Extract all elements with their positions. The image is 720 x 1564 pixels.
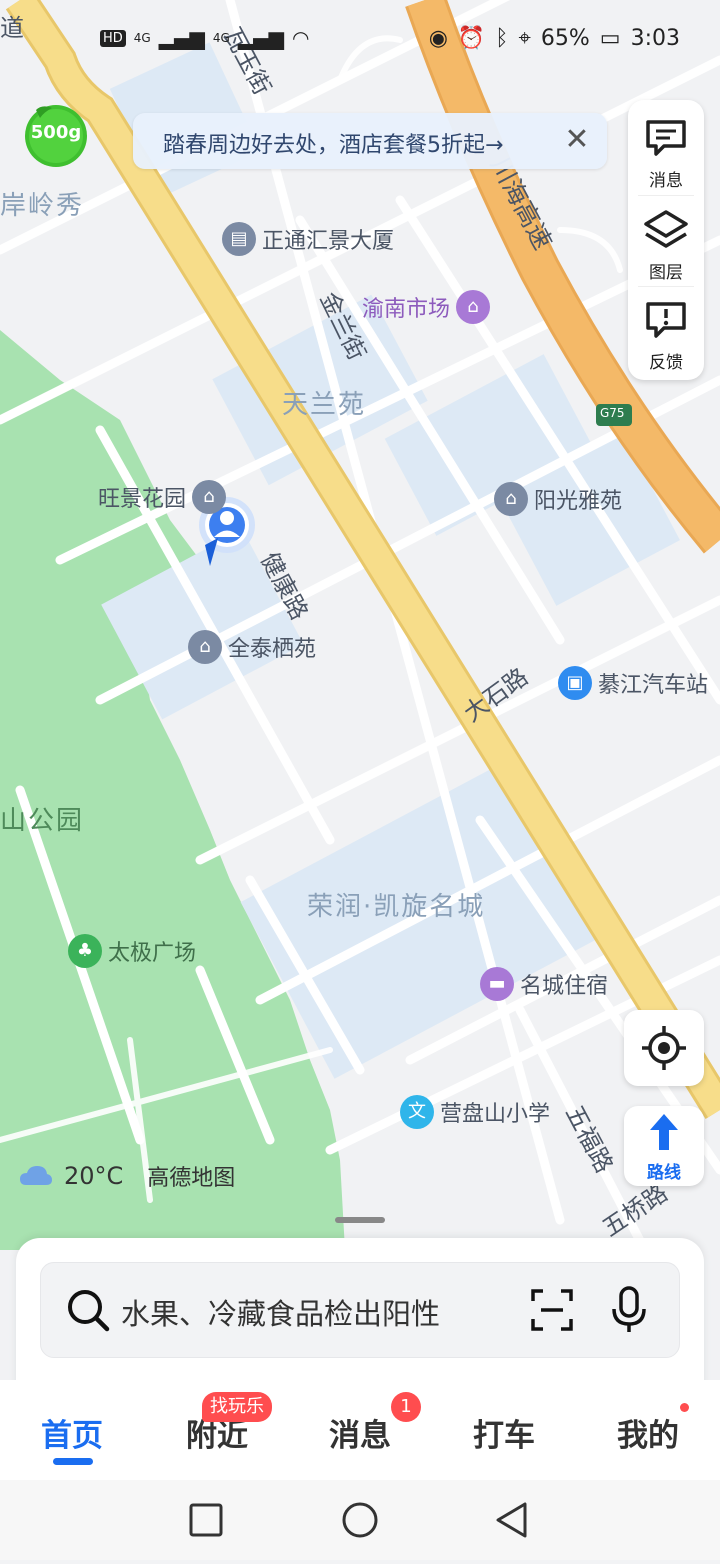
close-icon[interactable]: ✕ <box>557 121 597 161</box>
notification-dot <box>680 1403 689 1412</box>
clock: 3:03 <box>630 26 680 51</box>
poi-mingcheng[interactable]: ▬ 名城住宿 <box>480 967 608 1001</box>
status-left: HD 4G ▂▄▆ 4G ▂▄▆ ◠ <box>100 26 309 50</box>
poi-building[interactable]: ▤ 正通汇景大厦 <box>222 222 394 256</box>
promo-banner-text: 踏春周边好去处，酒店套餐5折起→ <box>163 133 504 158</box>
feedback-icon <box>646 302 686 338</box>
poi-market[interactable]: 渝南市场 ⌂ <box>362 290 491 324</box>
map-label-tianlanyuan: 天兰苑 <box>282 390 367 420</box>
route-label: 路线 <box>647 1163 681 1183</box>
crosshair-icon <box>642 1026 686 1070</box>
system-nav-bar <box>0 1480 720 1560</box>
back-icon[interactable] <box>496 1502 527 1538</box>
poi-quantai[interactable]: ⌂ 全泰栖苑 <box>188 630 316 664</box>
poi-wangjing[interactable]: 旺景花园 ⌂ <box>98 480 227 514</box>
map-label-area-left: 岸岭秀 <box>0 191 85 221</box>
brand-logo: 高德地图 <box>147 1166 236 1191</box>
tree-icon: ♣ <box>68 934 102 968</box>
map-tools-panel: 消息 图层 反馈 <box>628 100 704 380</box>
nearby-promo-badge: 找玩乐 <box>202 1392 272 1422</box>
battery-icon: ▭ <box>599 26 621 51</box>
recent-apps-icon[interactable] <box>189 1503 223 1537</box>
poi-taiji[interactable]: ♣ 太极广场 <box>68 934 196 968</box>
residence-icon: ⌂ <box>494 482 528 516</box>
messages-button[interactable]: 消息 <box>628 104 704 194</box>
bluetooth-icon: ᛒ <box>495 26 509 51</box>
active-tab-indicator <box>53 1458 93 1465</box>
residence-icon: ⌂ <box>192 480 227 514</box>
poi-yangguang[interactable]: ⌂ 阳光雅苑 <box>494 482 622 516</box>
home-icon[interactable] <box>342 1502 378 1538</box>
route-button[interactable]: 路线 <box>624 1106 704 1186</box>
scan-icon[interactable] <box>529 1287 575 1333</box>
energy-badge-label: 500g <box>30 122 82 143</box>
nav-icons <box>189 1502 527 1538</box>
microphone-icon[interactable] <box>609 1285 649 1335</box>
energy-badge[interactable]: 500g <box>22 102 90 168</box>
tab-taxi[interactable]: 打车 <box>444 1410 564 1455</box>
alarm-icon: ⏰ <box>457 26 486 51</box>
cloud-icon <box>20 1166 52 1185</box>
market-icon: ⌂ <box>456 290 491 324</box>
message-count-badge: 1 <box>391 1392 421 1422</box>
map-label-park: 山公园 <box>0 806 85 836</box>
map-label-rongrun: 荣润·凯旋名城 <box>307 892 486 922</box>
residence-icon: ⌂ <box>188 630 222 664</box>
building-icon: ▤ <box>222 222 256 256</box>
tab-me[interactable]: 我的 <box>588 1410 708 1455</box>
search-input[interactable]: 水果、冷藏食品检出阳性 <box>121 1291 440 1333</box>
weather-temp: 20°C <box>64 1162 124 1190</box>
message-icon <box>646 120 686 156</box>
messages-label: 消息 <box>649 171 683 191</box>
sheet-drag-handle[interactable] <box>335 1217 385 1223</box>
bus-icon: ▣ <box>558 666 592 700</box>
bed-icon: ▬ <box>480 967 514 1001</box>
layers-icon <box>644 210 688 248</box>
layers-label: 图层 <box>649 263 683 283</box>
poi-school[interactable]: 文 营盘山小学 <box>400 1095 550 1129</box>
signal-icon: ▂▄▆ <box>158 26 205 50</box>
wifi-icon: ◠ <box>291 26 310 50</box>
net-label-2: 4G <box>212 31 230 45</box>
net-label-1: 4G <box>133 31 151 45</box>
locate-button[interactable] <box>624 1010 704 1086</box>
route-arrow-icon <box>650 1114 678 1150</box>
poi-bus-station[interactable]: ▣ 綦江汽车站 <box>558 666 708 700</box>
eye-icon: ◉ <box>428 26 448 51</box>
battery-percent: 65% <box>540 26 590 51</box>
tab-home[interactable]: 首页 <box>12 1410 132 1455</box>
hd-badge: HD <box>100 29 126 47</box>
location-icon: ⌖ <box>518 26 531 51</box>
signal-icon: ▂▄▆ <box>237 26 284 50</box>
status-right: ◉ ⏰ ᛒ ⌖ 65% ▭ 3:03 <box>429 26 680 51</box>
feedback-button[interactable]: 反馈 <box>628 286 704 376</box>
weather-widget[interactable]: 20°C 高德地图 <box>18 1160 235 1192</box>
status-bar: HD 4G ▂▄▆ 4G ▂▄▆ ◠ ◉ ⏰ ᛒ ⌖ 65% ▭ 3:03 <box>0 0 720 84</box>
search-bar[interactable]: 水果、冷藏食品检出阳性 <box>40 1262 680 1358</box>
feedback-label: 反馈 <box>649 353 683 373</box>
layers-button[interactable]: 图层 <box>628 196 704 286</box>
school-icon: 文 <box>400 1095 434 1129</box>
search-icon <box>68 1290 110 1332</box>
map-label-g75: G75 <box>600 406 625 420</box>
promo-banner[interactable]: 踏春周边好去处，酒店套餐5折起→ ✕ <box>133 113 607 169</box>
bottom-tab-bar: 首页 附近 消息 打车 我的 <box>0 1380 720 1480</box>
